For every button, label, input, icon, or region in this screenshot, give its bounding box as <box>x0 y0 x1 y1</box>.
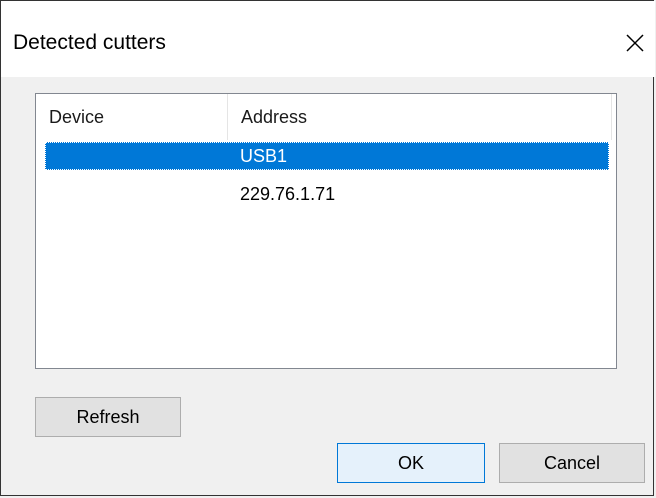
dialog-title: Detected cutters <box>13 31 166 54</box>
list-header: Device Address <box>36 94 616 140</box>
row-address-cell: 229.76.1.71 <box>240 184 336 204</box>
row-address-cell: USB1 <box>240 146 288 166</box>
detected-cutters-dialog: Detected cutters Device Address USB1 229… <box>0 0 655 496</box>
column-header-device[interactable]: Device <box>36 94 228 140</box>
ok-button[interactable]: OK <box>337 443 485 483</box>
list-row-ip[interactable]: 229.76.1.71 <box>45 180 609 208</box>
close-icon <box>626 34 644 52</box>
title-bar: Detected cutters <box>1 1 655 77</box>
cutters-list[interactable]: Device Address USB1 229.76.1.71 <box>35 93 617 369</box>
list-row-usb1[interactable]: USB1 <box>45 142 609 170</box>
refresh-button[interactable]: Refresh <box>35 397 181 437</box>
close-button[interactable] <box>617 25 653 61</box>
cancel-button[interactable]: Cancel <box>499 443 645 483</box>
column-header-address[interactable]: Address <box>228 94 612 140</box>
